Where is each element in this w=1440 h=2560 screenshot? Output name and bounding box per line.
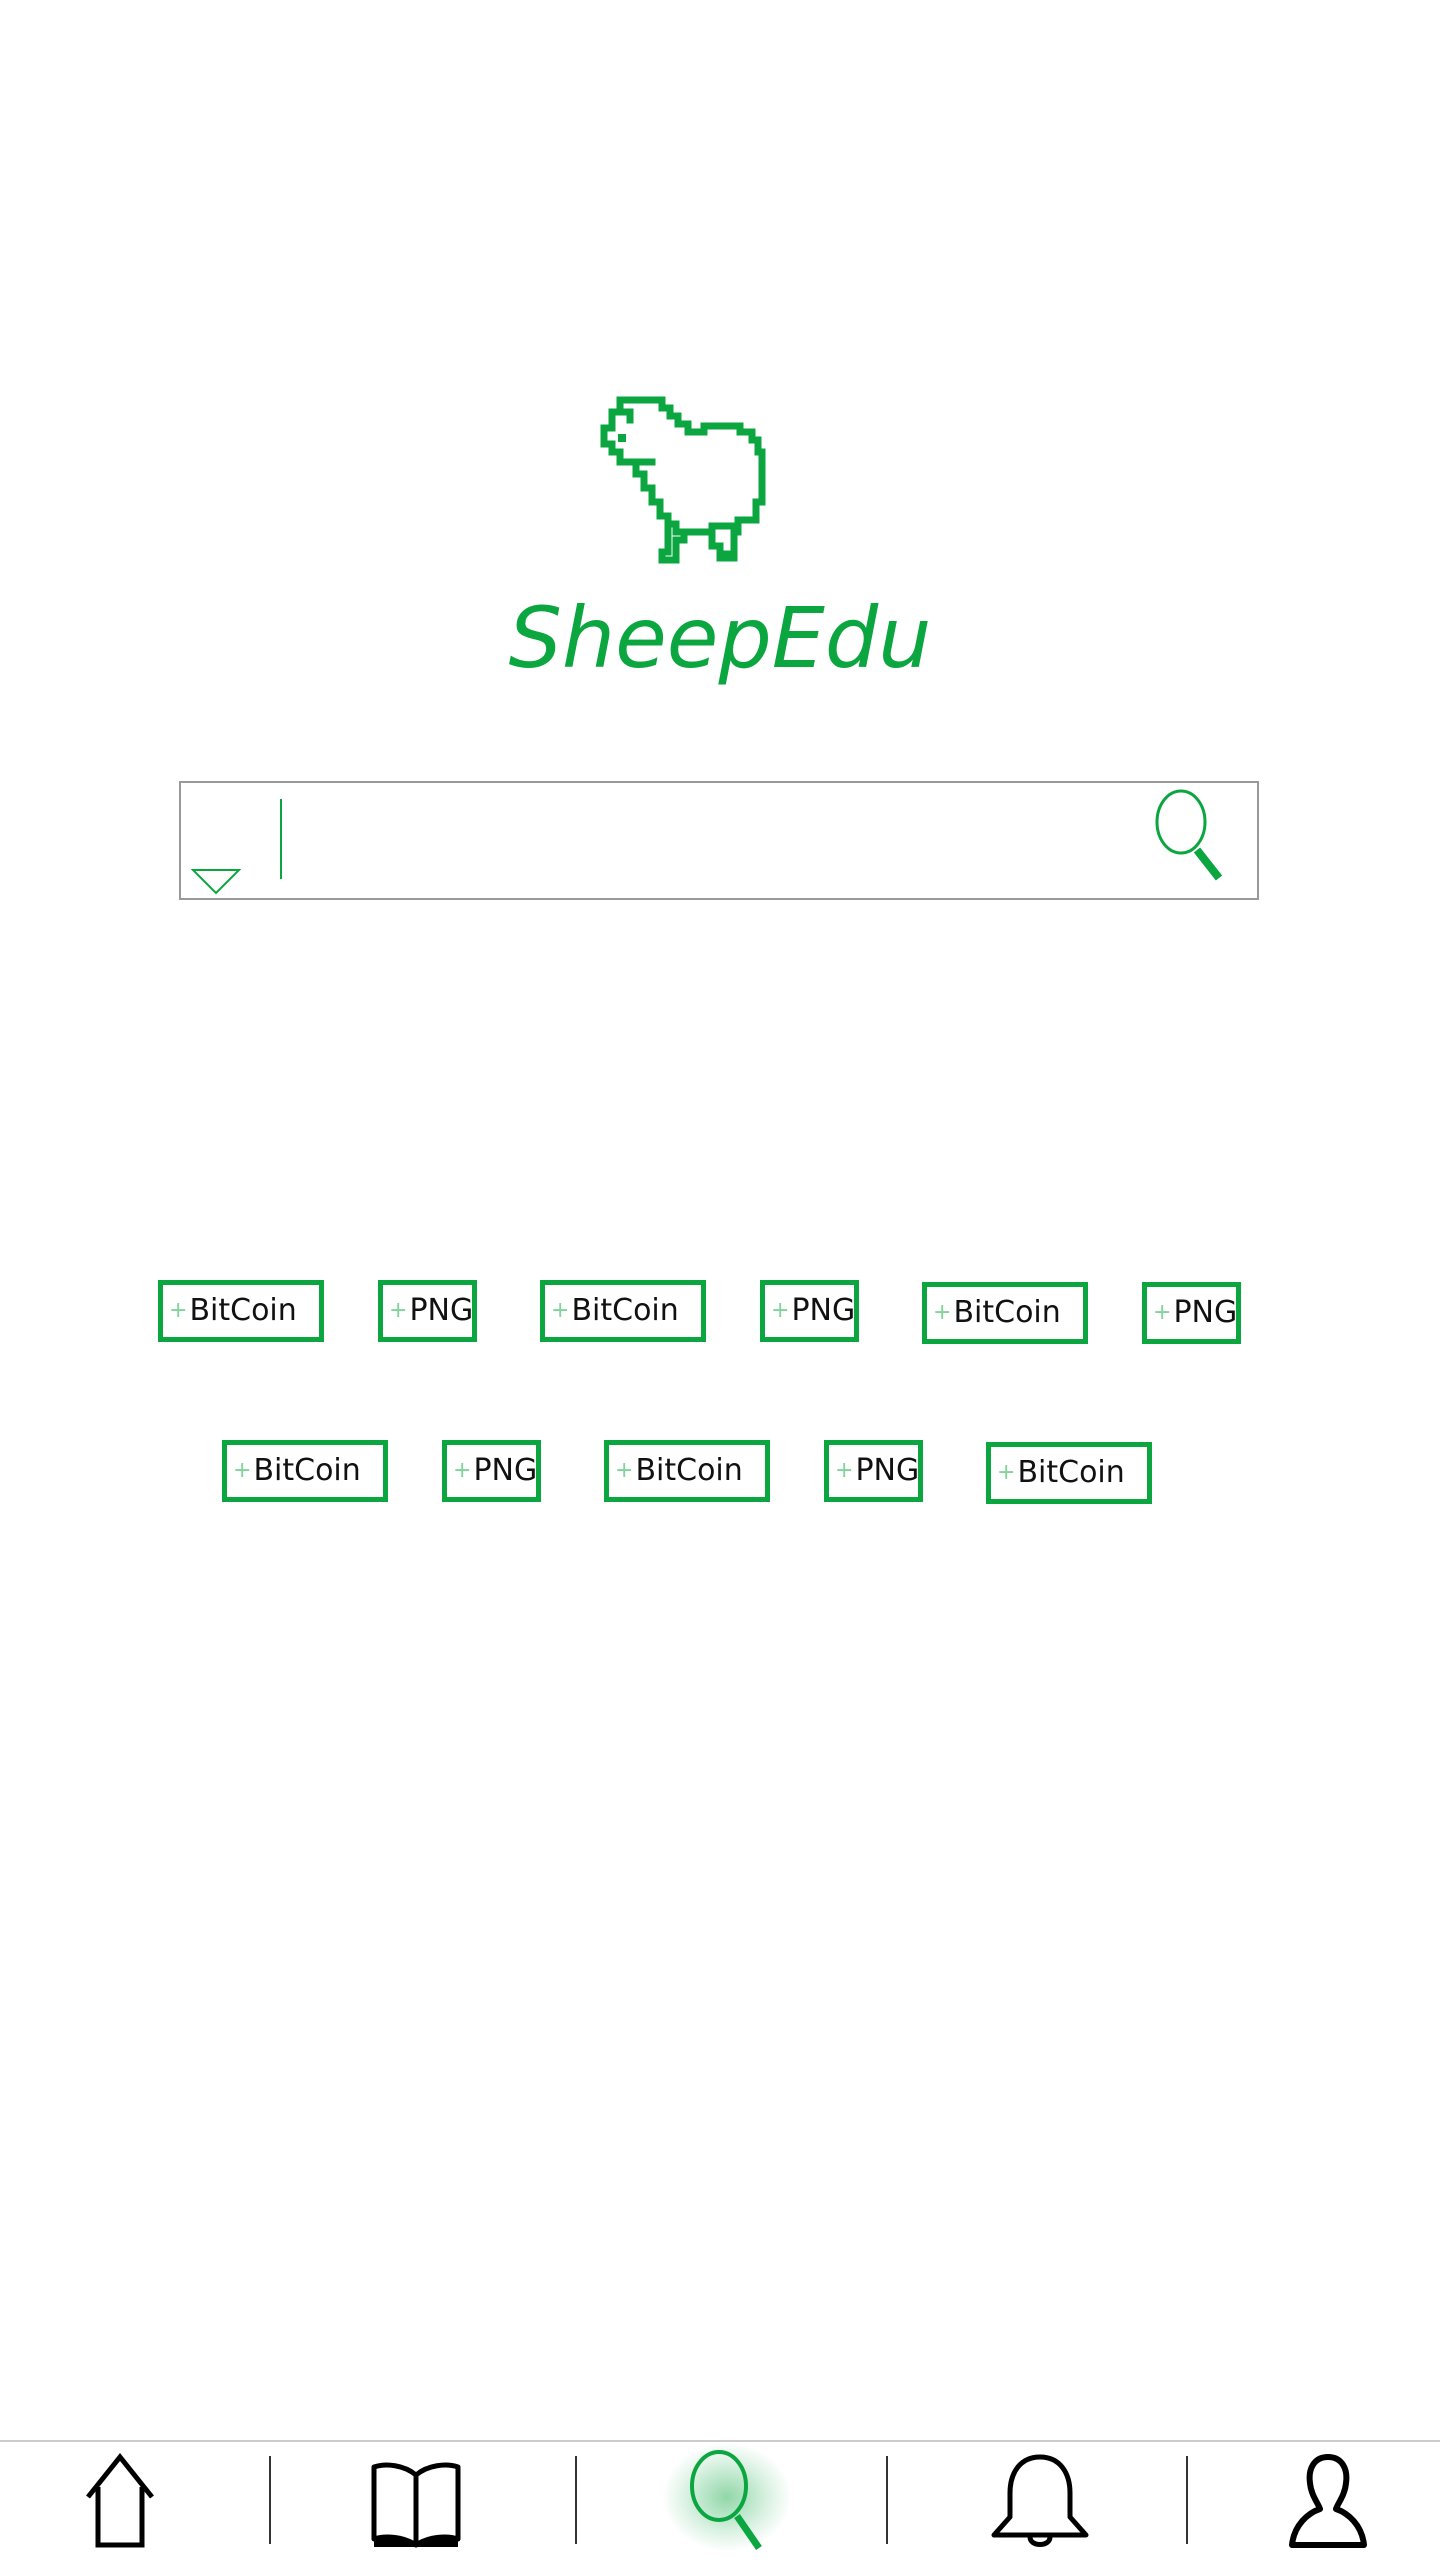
tag-chip[interactable]: + PNG bbox=[1142, 1282, 1241, 1344]
tag-chip[interactable]: + BitCoin bbox=[540, 1280, 706, 1342]
plus-icon: + bbox=[835, 1458, 854, 1483]
plus-icon: + bbox=[615, 1458, 634, 1483]
tag-label: BitCoin bbox=[953, 1295, 1061, 1330]
bell-icon bbox=[991, 2454, 1089, 2547]
book-icon bbox=[371, 2462, 461, 2548]
search-icon bbox=[1155, 789, 1223, 881]
tab-profile[interactable] bbox=[1268, 2442, 1388, 2560]
plus-icon: + bbox=[997, 1460, 1016, 1485]
tab-divider bbox=[886, 2456, 888, 2544]
triangle-down-icon bbox=[190, 869, 242, 895]
tag-chip[interactable]: + BitCoin bbox=[922, 1282, 1088, 1344]
tab-divider bbox=[575, 2456, 577, 2544]
search-input[interactable] bbox=[291, 791, 1195, 893]
sheep-logo-icon bbox=[600, 396, 766, 564]
plus-icon: + bbox=[233, 1458, 252, 1483]
text-cursor bbox=[280, 799, 282, 879]
tag-chip[interactable]: + BitCoin bbox=[986, 1442, 1152, 1504]
plus-icon: + bbox=[389, 1298, 408, 1323]
tab-library[interactable] bbox=[356, 2442, 476, 2560]
tab-home[interactable] bbox=[60, 2442, 180, 2560]
brand-name: SheepEdu bbox=[508, 589, 932, 687]
tag-label: BitCoin bbox=[635, 1453, 743, 1488]
tag-label: PNG bbox=[855, 1453, 920, 1488]
home-icon bbox=[86, 2452, 154, 2548]
plus-icon: + bbox=[933, 1300, 952, 1325]
tag-label: PNG bbox=[1173, 1295, 1238, 1330]
tab-divider bbox=[1186, 2456, 1188, 2544]
tag-chip[interactable]: + BitCoin bbox=[222, 1440, 388, 1502]
tag-chip[interactable]: + PNG bbox=[442, 1440, 541, 1502]
filter-dropdown-toggle[interactable] bbox=[190, 868, 242, 896]
plus-icon: + bbox=[453, 1458, 472, 1483]
plus-icon: + bbox=[551, 1298, 570, 1323]
tag-chip[interactable]: + BitCoin bbox=[158, 1280, 324, 1342]
tag-chip[interactable]: + BitCoin bbox=[604, 1440, 770, 1502]
plus-icon: + bbox=[1153, 1300, 1172, 1325]
search-box bbox=[179, 781, 1259, 900]
tag-label: PNG bbox=[473, 1453, 538, 1488]
tag-label: BitCoin bbox=[253, 1453, 361, 1488]
search-icon bbox=[690, 2450, 762, 2550]
tab-search-active[interactable] bbox=[662, 2442, 792, 2560]
tag-label: PNG bbox=[409, 1293, 474, 1328]
tag-chip[interactable]: + PNG bbox=[824, 1440, 923, 1502]
tag-label: BitCoin bbox=[571, 1293, 679, 1328]
tab-notifications[interactable] bbox=[980, 2442, 1100, 2560]
tag-label: BitCoin bbox=[1017, 1455, 1125, 1490]
plus-icon: + bbox=[771, 1298, 790, 1323]
plus-icon: + bbox=[169, 1298, 188, 1323]
user-icon bbox=[1289, 2454, 1367, 2548]
tab-divider bbox=[269, 2456, 271, 2544]
search-button[interactable] bbox=[1153, 788, 1233, 888]
tag-label: BitCoin bbox=[189, 1293, 297, 1328]
tag-chip[interactable]: + PNG bbox=[760, 1280, 859, 1342]
bottom-tab-bar bbox=[0, 2440, 1440, 2560]
tag-chip[interactable]: + PNG bbox=[378, 1280, 477, 1342]
tag-label: PNG bbox=[791, 1293, 856, 1328]
